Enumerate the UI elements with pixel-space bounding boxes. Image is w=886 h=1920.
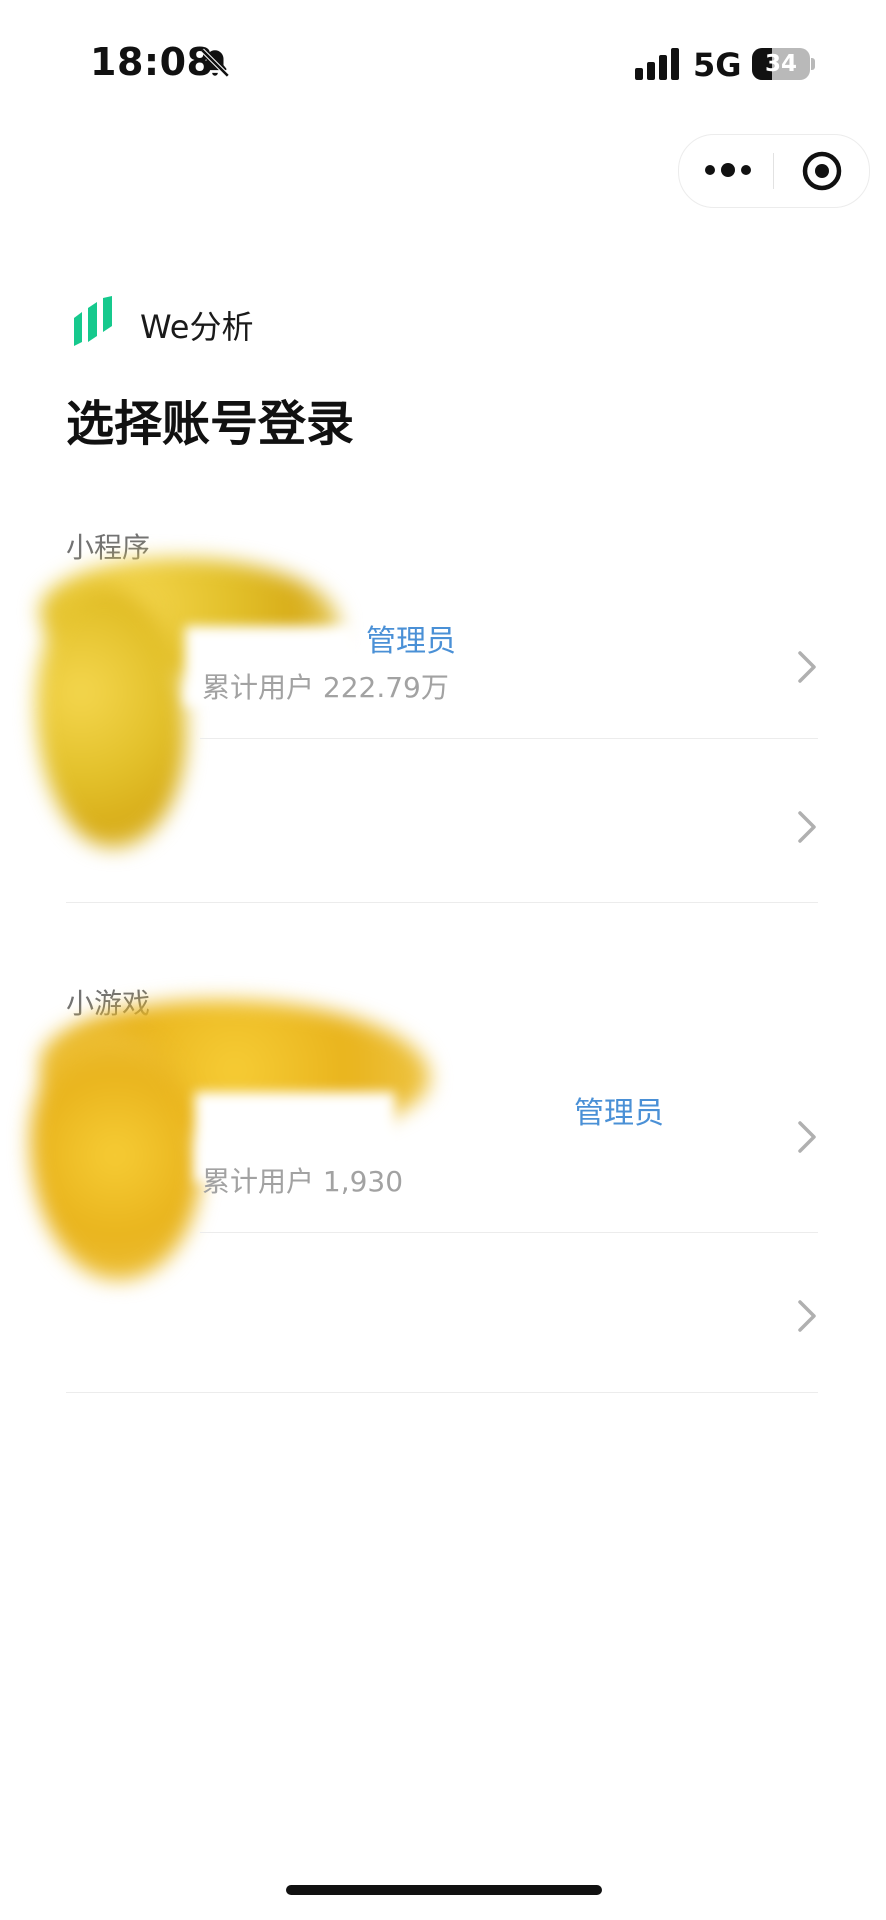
bell-muted-icon: [200, 48, 230, 78]
section-divider: [66, 1392, 818, 1393]
cellular-signal-icon: [635, 48, 679, 80]
role-label: 管理员: [366, 624, 456, 659]
status-time: 18:08: [90, 40, 214, 84]
chevron-right-icon: [798, 1300, 816, 1332]
network-type: 5G: [693, 46, 742, 84]
account-row-minigame-2[interactable]: [0, 1232, 886, 1392]
battery-level: 34: [764, 51, 797, 77]
user-count: 累计用户 222.79万: [202, 671, 449, 704]
section-divider: [66, 902, 818, 903]
home-indicator: [286, 1885, 602, 1895]
user-count: 累计用户 1,930: [202, 1165, 404, 1198]
role-label: 管理员: [574, 1096, 664, 1131]
account-row-minigame-1[interactable]: 管理员 累计用户 1,930: [0, 1000, 886, 1280]
chevron-right-icon: [798, 651, 816, 683]
account-row-miniprogram-1[interactable]: 管理员 累计用户 222.79万: [0, 558, 886, 848]
account-row-miniprogram-2[interactable]: [0, 738, 886, 902]
page-title: 选择账号登录: [66, 396, 355, 452]
more-dots-icon[interactable]: [700, 150, 756, 190]
battery-indicator: 34: [752, 48, 810, 80]
we-analysis-logo-icon: [74, 296, 112, 346]
target-close-icon[interactable]: [800, 149, 844, 193]
battery-nub: [811, 58, 815, 70]
chevron-right-icon: [798, 811, 816, 843]
capsule-divider: [773, 153, 774, 189]
app-name: We分析: [140, 308, 254, 346]
chevron-right-icon: [798, 1121, 816, 1153]
